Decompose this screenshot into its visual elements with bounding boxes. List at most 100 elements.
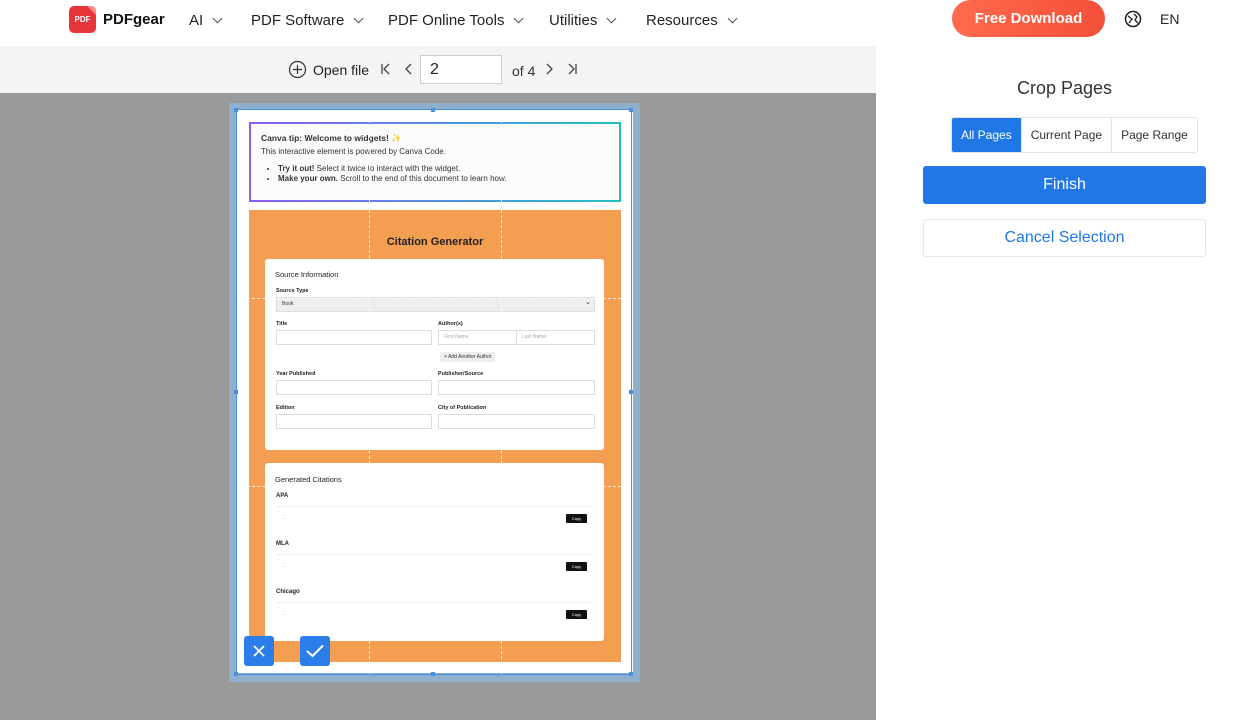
edition-input[interactable]	[276, 414, 432, 429]
nav-pdf-online-tools-label: PDF Online Tools	[388, 12, 505, 29]
apa-copy-button[interactable]: Copy	[566, 514, 587, 523]
chicago-citation-output: ...	[276, 602, 594, 624]
crop-guide-vertical	[369, 110, 370, 674]
tip-bullet-text: Select it twice to interact with the wid…	[314, 164, 461, 173]
tip-bullet: Make your own. Scroll to the end of this…	[278, 174, 609, 183]
generated-citations-card: Generated Citations APA ... Copy MLA ...…	[265, 463, 604, 641]
citation-style-label: Chicago	[276, 589, 300, 595]
citation-generator-widget: Citation Generator Source Information So…	[249, 210, 621, 662]
tip-bullet: Try it out! Select it twice to interact …	[278, 164, 609, 173]
pdfgear-logo-icon: PDF	[69, 6, 96, 33]
year-input[interactable]	[276, 380, 432, 395]
nav-pdf-software[interactable]: PDF Software	[251, 12, 364, 29]
first-name-input[interactable]: First Name	[438, 330, 517, 345]
publisher-input[interactable]	[438, 380, 595, 395]
nav-pdf-online-tools[interactable]: PDF Online Tools	[388, 12, 524, 29]
cancel-selection-button[interactable]: Cancel Selection	[923, 219, 1206, 257]
edition-label: Edition	[276, 405, 295, 411]
crop-handle-left[interactable]	[234, 390, 238, 394]
viewer-toolbar: Open file 2 of 4	[0, 46, 876, 93]
crop-pages-panel: Crop Pages All Pages Current Page Page R…	[876, 46, 1245, 720]
crop-handle-top-left[interactable]	[234, 108, 238, 112]
page-number-input[interactable]: 2	[420, 55, 502, 84]
nav-utilities[interactable]: Utilities	[549, 12, 617, 29]
generator-title: Citation Generator	[386, 236, 484, 248]
previous-page-button[interactable]	[402, 62, 416, 76]
apa-citation-output: ...	[276, 506, 594, 528]
canva-tip-box: Canva tip: Welcome to widgets! ✨ This in…	[249, 122, 621, 202]
tip-title: Canva tip: Welcome to widgets! ✨	[261, 133, 402, 143]
panel-title: Crop Pages	[1016, 78, 1113, 98]
chicago-copy-button[interactable]: Copy	[566, 610, 587, 619]
language-selector[interactable]: EN	[1124, 10, 1179, 28]
crop-guide-horizontal	[237, 298, 631, 299]
page-scope-selector: All Pages Current Page Page Range	[951, 117, 1198, 153]
chevron-down-icon	[514, 13, 524, 24]
page-total: of 4	[512, 63, 536, 79]
crop-guide-horizontal	[237, 486, 631, 487]
tip-bullet-text: Scroll to the end of this document to le…	[338, 174, 507, 183]
source-type-label: Source Type	[276, 288, 309, 294]
mla-copy-button[interactable]: Copy	[566, 562, 587, 571]
chevron-down-icon	[606, 13, 617, 24]
chevron-right-icon	[546, 63, 553, 75]
last-page-button[interactable]	[565, 62, 579, 76]
scope-page-range[interactable]: Page Range	[1112, 118, 1197, 152]
chevron-down-icon	[212, 13, 223, 24]
crop-handle-right[interactable]	[629, 390, 633, 394]
scope-current-page[interactable]: Current Page	[1021, 118, 1113, 152]
nav-resources[interactable]: Resources	[646, 12, 738, 29]
publisher-label: Publisher/Source	[438, 371, 484, 377]
language-globe-icon	[1124, 10, 1142, 28]
year-label: Year Published	[276, 371, 316, 377]
title-input[interactable]	[276, 330, 432, 345]
nav-resources-label: Resources	[646, 12, 718, 29]
authors-label: Author(s)	[438, 321, 463, 327]
nav-ai[interactable]: AI	[189, 12, 223, 29]
next-page-button[interactable]	[542, 62, 556, 76]
citations-heading: Generated Citations	[275, 475, 342, 484]
crop-handle-bottom-right[interactable]	[629, 672, 633, 676]
add-author-button[interactable]: + Add Another Author	[440, 352, 496, 362]
open-file-button[interactable]: Open file	[288, 60, 369, 79]
free-download-button[interactable]: Free Download	[952, 0, 1105, 37]
tip-bullet-strong: Make your own.	[278, 174, 339, 183]
last-page-icon	[568, 63, 577, 75]
scope-all-pages[interactable]: All Pages	[952, 118, 1022, 152]
crop-guide-vertical	[501, 110, 502, 674]
chevron-left-icon	[405, 63, 412, 75]
brand-logo[interactable]: PDF PDFgear	[69, 6, 165, 33]
top-navigation: PDF PDFgear AI PDF Software PDF Online T…	[0, 0, 1245, 46]
language-label: EN	[1160, 11, 1180, 27]
nav-ai-label: AI	[189, 12, 204, 29]
mla-citation-output: ...	[276, 554, 594, 576]
chevron-down-icon	[727, 13, 738, 24]
checkmark-icon	[306, 644, 324, 658]
source-type-select[interactable]: Book	[276, 296, 595, 312]
tip-bullet-strong: Try it out!	[278, 164, 315, 173]
city-input[interactable]	[438, 414, 595, 429]
last-name-input[interactable]: Last Name	[516, 330, 595, 345]
nav-utilities-label: Utilities	[549, 12, 598, 29]
finish-button[interactable]: Finish	[923, 166, 1206, 204]
confirm-crop-button[interactable]	[300, 636, 330, 666]
chevron-down-icon	[353, 13, 364, 24]
plus-circle-icon	[288, 60, 307, 79]
crop-handle-top[interactable]	[431, 108, 435, 112]
nav-pdf-software-label: PDF Software	[251, 12, 345, 29]
city-label: City of Publication	[438, 405, 487, 411]
open-file-label: Open file	[313, 61, 370, 78]
source-information-card: Source Information Source Type Book Titl…	[265, 259, 604, 450]
citation-style-label: MLA	[276, 541, 289, 547]
citation-style-label: APA	[276, 493, 289, 499]
tip-body: This interactive element is powered by C…	[261, 147, 446, 156]
title-label: Title	[276, 321, 288, 327]
crop-handle-top-right[interactable]	[629, 108, 633, 112]
first-page-icon	[381, 63, 390, 75]
source-heading: Source Information	[275, 270, 339, 279]
crop-handle-bottom[interactable]	[431, 672, 435, 676]
crop-handle-bottom-left[interactable]	[234, 672, 238, 676]
cancel-crop-button[interactable]	[244, 636, 274, 666]
close-icon	[253, 645, 265, 657]
first-page-button[interactable]	[379, 62, 393, 76]
